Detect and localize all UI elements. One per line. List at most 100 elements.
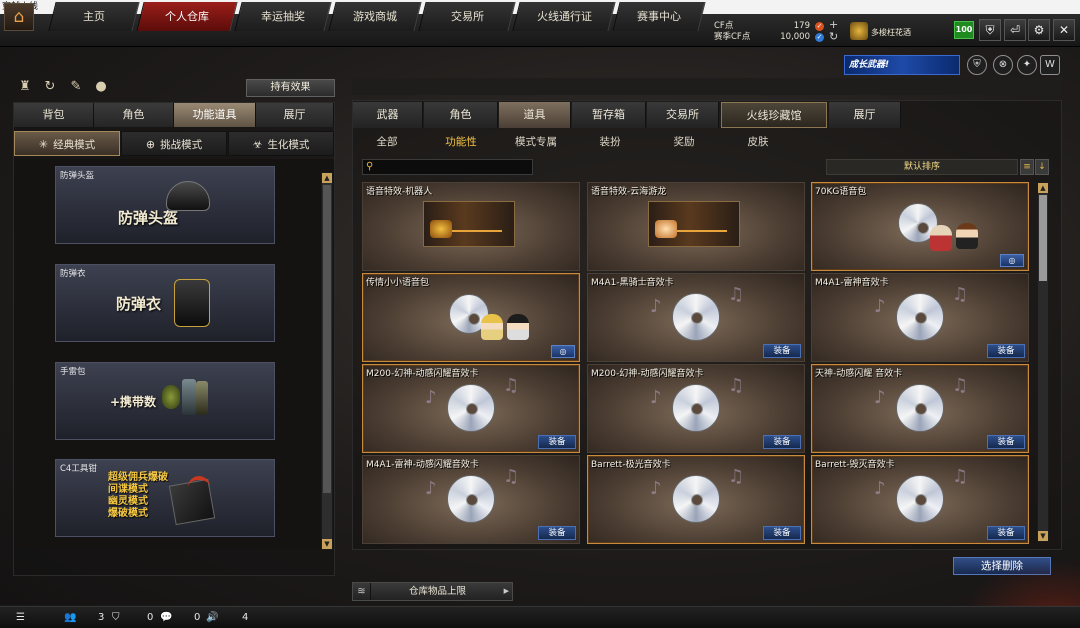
- subtab-all[interactable]: 全部: [360, 133, 414, 151]
- right-tab-items[interactable]: 道具: [499, 102, 571, 128]
- nav-tab-lottery[interactable]: 幸运抽奖: [234, 2, 332, 31]
- nav-tab-events[interactable]: 赛事中心: [612, 2, 706, 31]
- equip-button[interactable]: 装备: [538, 435, 576, 449]
- select-delete-button[interactable]: 选择删除: [953, 557, 1051, 575]
- equip-button[interactable]: 装备: [763, 344, 801, 358]
- friends-icon[interactable]: 👥: [64, 611, 76, 625]
- item-card[interactable]: Barrett-极光音效卡 ♪ ♫ 装备: [587, 455, 805, 544]
- search-input[interactable]: ⚲: [362, 159, 533, 175]
- add-currency-icon[interactable]: +: [829, 19, 838, 30]
- currency-panel: CF点 179 ✓ 赛季CF点 10,000 ✓: [714, 21, 838, 45]
- item-card[interactable]: M200-幻神-动感闪耀音效卡 ♪ ♫ 装备: [587, 364, 805, 453]
- equip-button[interactable]: 装备: [987, 344, 1025, 358]
- left-tab-character[interactable]: 角色: [94, 103, 174, 127]
- right-tab-collection[interactable]: 火线珍藏馆: [721, 102, 827, 128]
- mode-tab-zombie[interactable]: ☣ 生化模式: [228, 131, 334, 156]
- music-note-icon: ♫: [503, 466, 520, 487]
- clan-shield-icon[interactable]: ⛉: [112, 611, 120, 625]
- dragon-icon: [655, 220, 677, 238]
- search-icon: ⚲: [366, 161, 374, 172]
- sort-direction-icon[interactable]: ↓: [1035, 159, 1049, 175]
- scroll-up-icon[interactable]: ▲: [322, 173, 332, 183]
- chat-icon[interactable]: 💬: [160, 611, 172, 625]
- item-card[interactable]: M4A1-雷神-动感闪耀音效卡 ♪ ♫ 装备: [362, 455, 580, 544]
- holding-effect-button[interactable]: 持有效果: [246, 79, 335, 97]
- music-note-icon: ♫: [728, 466, 745, 487]
- spray-icon[interactable]: ✎: [67, 78, 85, 96]
- item-card[interactable]: 传情小小语音包 ◎: [362, 273, 580, 362]
- sort-dropdown[interactable]: 默认排序: [826, 159, 1018, 175]
- subtab-outfit[interactable]: 装扮: [582, 133, 638, 151]
- equip-button[interactable]: 装备: [763, 435, 801, 449]
- info-button[interactable]: ◎: [1000, 254, 1024, 267]
- scroll-thumb[interactable]: [1039, 195, 1047, 281]
- item-card[interactable]: 天神-动感闪耀 音效卡 ♪ ♫ 装备: [811, 364, 1029, 453]
- nav-tab-home[interactable]: 主页: [48, 2, 140, 31]
- season-coin-icon: ✓: [815, 33, 824, 42]
- equip-button[interactable]: 装备: [987, 435, 1025, 449]
- right-tab-weapons[interactable]: 武器: [353, 102, 423, 128]
- nav-tab-warehouse[interactable]: 个人仓库: [136, 2, 238, 31]
- subtab-skins[interactable]: 皮肤: [730, 133, 786, 151]
- mode-tab-classic[interactable]: ✳ 经典模式: [14, 131, 120, 156]
- exit-icon[interactable]: ⏎: [1004, 19, 1026, 41]
- speaker-icon[interactable]: 🔊: [206, 611, 218, 625]
- nav-tab-shop[interactable]: 游戏商城: [328, 2, 422, 31]
- subtab-mode-exclusive[interactable]: 模式专属: [505, 133, 567, 151]
- scroll-down-icon[interactable]: ▼: [322, 539, 332, 549]
- item-card[interactable]: Barrett-毁灭音效卡 ♪ ♫ 装备: [811, 455, 1029, 544]
- scroll-thumb[interactable]: [323, 185, 331, 493]
- close-icon[interactable]: ✕: [1053, 19, 1075, 41]
- recycle-icon[interactable]: ↻: [41, 78, 59, 96]
- subtab-functional[interactable]: 功能性: [432, 133, 490, 151]
- home-icon[interactable]: ⌂: [4, 3, 34, 31]
- refresh-icon[interactable]: ↻: [829, 31, 838, 42]
- menu-icon[interactable]: ☰: [16, 611, 25, 625]
- mode-tab-challenge[interactable]: ⊕ 挑战模式: [121, 131, 227, 156]
- item-card[interactable]: M200-幻神-动感闪耀音效卡 ♪ ♫ 装备: [362, 364, 580, 453]
- item-card-vest[interactable]: 防弹衣 防弹衣: [55, 264, 275, 342]
- item-card[interactable]: 语音特效-机器人: [362, 182, 580, 271]
- scroll-up-icon[interactable]: ▲: [1038, 183, 1048, 193]
- item-card-c4-pliers[interactable]: C4工具钳 超级佣兵爆破 间谍模式 幽灵模式 爆破模式: [55, 459, 275, 537]
- emblem-icon[interactable]: ✦: [1017, 55, 1037, 75]
- stats-icon[interactable]: ♜: [16, 78, 34, 96]
- scroll-down-icon[interactable]: ▼: [1038, 531, 1048, 541]
- item-card[interactable]: 70KG语音包 ◎: [811, 182, 1029, 271]
- equip-button[interactable]: 装备: [538, 526, 576, 540]
- cd-disc-icon: [896, 384, 944, 432]
- music-note-icon: ♪: [874, 296, 886, 317]
- nav-tab-exchange[interactable]: 交易所: [418, 2, 516, 31]
- subtab-rewards[interactable]: 奖励: [656, 133, 712, 151]
- right-tab-exchange[interactable]: 交易所: [647, 102, 719, 128]
- right-tab-showroom[interactable]: 展厅: [829, 102, 901, 128]
- promo-banner[interactable]: 成长武器!: [844, 55, 960, 75]
- info-button[interactable]: ◎: [551, 345, 575, 358]
- item-card[interactable]: M4A1-黑骑士音效卡 ♪ ♫ 装备: [587, 273, 805, 362]
- right-tab-storage[interactable]: 暂存箱: [572, 102, 646, 128]
- crosshair-icon[interactable]: ⊗: [993, 55, 1013, 75]
- warehouse-capacity-button[interactable]: ≋ 仓库物品上限 ▶: [352, 582, 513, 601]
- left-tab-showroom[interactable]: 展厅: [256, 103, 334, 127]
- item-card[interactable]: 语音特效-云海游龙: [587, 182, 805, 271]
- equip-button[interactable]: 装备: [987, 526, 1025, 540]
- right-scrollbar[interactable]: ▲ ▼: [1037, 182, 1049, 542]
- player-info[interactable]: 多梭枉花酒: [850, 20, 950, 44]
- w-logo-icon[interactable]: W: [1040, 55, 1060, 75]
- left-tab-backpack[interactable]: 背包: [14, 103, 94, 127]
- equip-button[interactable]: 装备: [763, 526, 801, 540]
- nav-tab-pass[interactable]: 火线通行证: [512, 2, 616, 31]
- left-tab-function-items[interactable]: 功能道具: [174, 103, 256, 127]
- gear-icon[interactable]: ⚙: [1028, 19, 1050, 41]
- list-view-icon[interactable]: ≡: [1020, 159, 1034, 175]
- grenade-icon[interactable]: ●: [92, 78, 110, 96]
- badge-shield-icon[interactable]: ⛨: [967, 55, 987, 75]
- music-note-icon: ♪: [874, 478, 886, 499]
- right-tab-character[interactable]: 角色: [424, 102, 498, 128]
- cd-disc-icon: [447, 384, 495, 432]
- shield-icon[interactable]: ⛨: [979, 19, 1001, 41]
- item-card-helmet[interactable]: 防弹头盔 防弹头盔: [55, 166, 275, 244]
- item-card[interactable]: M4A1-雷神音效卡 ♪ ♫ 装备: [811, 273, 1029, 362]
- item-card-grenade-bag[interactable]: 手雷包 +携带数: [55, 362, 275, 440]
- left-scrollbar[interactable]: ▲ ▼: [321, 172, 333, 550]
